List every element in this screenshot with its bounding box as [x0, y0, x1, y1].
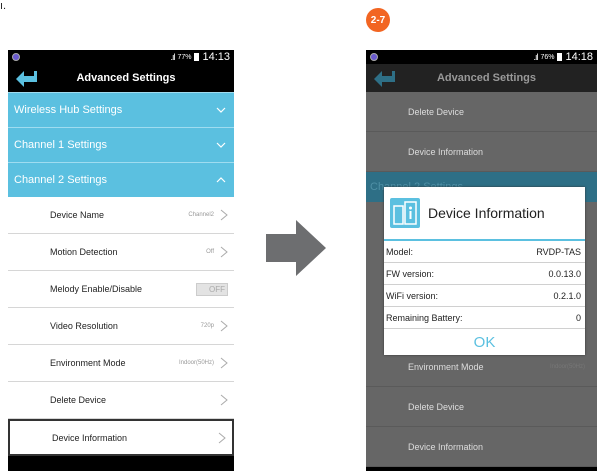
status-bar: .ıl 77% 14:13 — [8, 50, 234, 64]
chevron-right-icon — [220, 320, 228, 332]
back-arrow-icon[interactable] — [372, 67, 396, 89]
chevron-right-icon — [218, 432, 226, 443]
chevron-right-icon — [220, 357, 228, 369]
section-channel-1[interactable]: Channel 1 Settings — [8, 127, 234, 162]
page-title: Advanced Settings — [76, 72, 176, 84]
info-value: 0.0.13.0 — [548, 268, 581, 279]
item-delete-device[interactable]: Delete Device — [8, 382, 234, 419]
battery-icon — [194, 53, 200, 61]
status-bar: .ıl 76% 14:18 — [366, 50, 597, 64]
info-value: RVDP-TAS — [536, 246, 581, 257]
device-info-icon — [390, 198, 420, 228]
info-label: WiFi version: — [386, 290, 439, 301]
section-label: Channel 2 Settings — [14, 174, 107, 186]
item-device-information[interactable]: Device Information — [366, 132, 597, 172]
item-device-name[interactable]: Device Name Channel2 — [8, 197, 234, 234]
chevron-right-icon — [220, 209, 228, 221]
section-label: Wireless Hub Settings — [14, 104, 123, 116]
item-label: Delete Device — [408, 106, 465, 117]
item-video-resolution[interactable]: Video Resolution 720p — [8, 308, 234, 345]
item-label: Melody Enable/Disable — [50, 284, 143, 294]
dialog-header: Device Information — [384, 187, 585, 241]
info-value: 0.2.1.0 — [553, 290, 581, 301]
section-label: Channel 1 Settings — [14, 139, 107, 151]
item-device-information[interactable]: Device Information — [366, 427, 597, 467]
chevron-down-icon — [216, 107, 226, 113]
signal-icon: .ıl — [170, 52, 175, 62]
app-notification-icon — [370, 53, 378, 61]
item-label: Motion Detection — [50, 247, 118, 257]
item-delete-device[interactable]: Delete Device — [366, 387, 597, 427]
item-value: Indoor(50Hz) — [549, 363, 585, 370]
info-row-battery: Remaining Battery: 0 — [384, 307, 585, 329]
right-arrow-icon — [266, 220, 326, 276]
back-arrow-icon[interactable] — [14, 67, 38, 89]
app-notification-icon — [12, 53, 20, 61]
chevron-up-icon — [216, 177, 226, 183]
item-motion-detection[interactable]: Motion Detection Off — [8, 234, 234, 271]
item-value: Channel2 — [188, 212, 214, 218]
step-badge: 2-7 — [366, 8, 390, 32]
signal-icon: .ıl — [533, 52, 538, 62]
item-label: Environment Mode — [50, 358, 126, 368]
left-phone-screen: .ıl 77% 14:13 Advanced Settings Wireless… — [8, 50, 234, 471]
item-value: 720p — [200, 323, 214, 329]
item-value: Indoor(50Hz) — [178, 360, 214, 366]
item-label: Device Information — [52, 432, 128, 443]
item-label: Device Information — [408, 441, 484, 452]
chevron-right-icon — [220, 246, 228, 258]
app-bar: Advanced Settings — [366, 64, 597, 92]
item-melody: Melody Enable/Disable OFF — [8, 271, 234, 308]
info-label: Remaining Battery: — [386, 312, 463, 323]
dialog-title: Device Information — [428, 205, 545, 221]
battery-percent: 77% — [177, 53, 192, 61]
info-value: 0 — [575, 312, 581, 323]
device-info-dialog: Device Information Model: RVDP-TAS FW ve… — [384, 187, 585, 355]
info-row-wifi: WiFi version: 0.2.1.0 — [384, 285, 585, 307]
item-value: Off — [206, 249, 214, 255]
item-device-information[interactable]: Device Information — [8, 419, 234, 456]
clock: 14:18 — [565, 51, 593, 63]
battery-percent: 76% — [540, 53, 555, 61]
corner-mark: ı. — [0, 0, 7, 12]
chevron-down-icon — [216, 142, 226, 148]
item-label: Delete Device — [50, 395, 107, 405]
item-delete-device[interactable]: Delete Device — [366, 92, 597, 132]
item-label: Device Name — [50, 210, 105, 220]
ok-button[interactable]: OK — [384, 329, 585, 355]
section-wireless-hub[interactable]: Wireless Hub Settings — [8, 92, 234, 127]
item-label: Video Resolution — [50, 321, 118, 331]
section-channel-2[interactable]: Channel 2 Settings — [8, 162, 234, 197]
app-bar: Advanced Settings — [8, 64, 234, 92]
info-label: Model: — [386, 246, 414, 257]
page-title: Advanced Settings — [436, 72, 537, 84]
info-label: FW version: — [386, 268, 435, 279]
item-label: Device Information — [408, 146, 484, 157]
info-row-model: Model: RVDP-TAS — [384, 241, 585, 263]
battery-icon — [557, 53, 563, 61]
clock: 14:13 — [202, 51, 230, 63]
info-row-fw: FW version: 0.0.13.0 — [384, 263, 585, 285]
item-environment-mode[interactable]: Environment Mode Indoor(50Hz) — [8, 345, 234, 382]
melody-toggle[interactable]: OFF — [196, 282, 228, 296]
chevron-right-icon — [220, 394, 228, 406]
item-label: Environment Mode — [408, 361, 484, 372]
item-label: Delete Device — [408, 401, 465, 412]
